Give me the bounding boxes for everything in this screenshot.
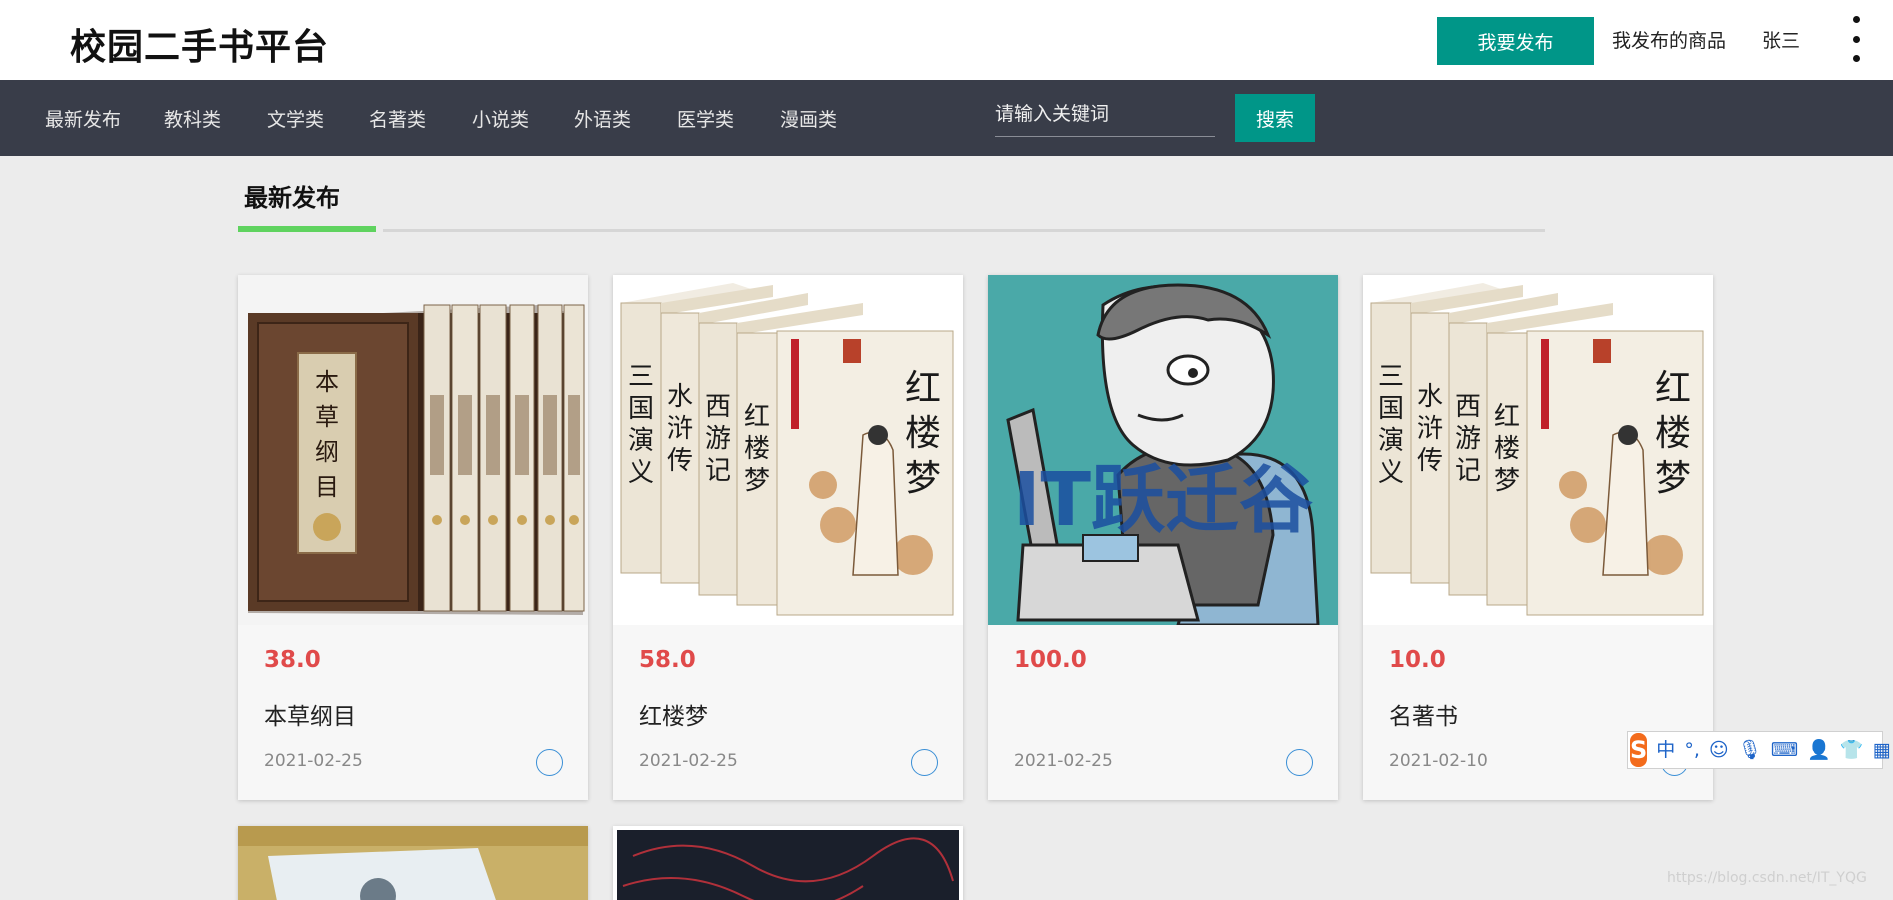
skin-shirt-icon[interactable]: 👕 xyxy=(1840,740,1864,760)
section-divider xyxy=(383,229,1545,232)
book-cover-image[interactable] xyxy=(238,826,588,900)
like-circle-icon[interactable] xyxy=(536,749,563,776)
svg-text:国: 国 xyxy=(1378,394,1404,424)
svg-text:目: 目 xyxy=(315,473,339,501)
like-circle-icon[interactable] xyxy=(1286,749,1313,776)
book-title[interactable]: 名著书 xyxy=(1389,697,1458,731)
svg-text:演: 演 xyxy=(628,426,654,456)
ime-mode-toggle[interactable]: 中 xyxy=(1656,740,1675,760)
nav-item-literature[interactable]: 文学类 xyxy=(267,105,324,132)
user-icon[interactable]: 👤 xyxy=(1807,740,1831,760)
my-goods-link[interactable]: 我发布的商品 xyxy=(1612,26,1726,53)
publish-button[interactable]: 我要发布 xyxy=(1437,17,1594,65)
sogou-logo-icon[interactable]: S xyxy=(1630,733,1648,767)
book-card[interactable]: IT跃迁谷 100.0 2021-02-25 xyxy=(988,275,1338,800)
svg-text:草: 草 xyxy=(315,403,339,431)
svg-text:本: 本 xyxy=(315,368,339,396)
search-input[interactable] xyxy=(995,92,1215,137)
search-button[interactable]: 搜索 xyxy=(1235,94,1315,142)
svg-text:红: 红 xyxy=(905,368,941,409)
svg-text:梦: 梦 xyxy=(1655,458,1691,499)
section-title: 最新发布 xyxy=(244,184,340,212)
book-date: 2021-02-25 xyxy=(1014,751,1113,771)
nav-item-comics[interactable]: 漫画类 xyxy=(780,105,837,132)
keyboard-icon[interactable]: ⌨ xyxy=(1771,740,1798,760)
book-card[interactable]: 三国演义 水浒传 西游记 红楼梦 红楼梦 58.0 红楼梦 2021-02-25 xyxy=(613,275,963,800)
top-header: 校园二手书平台 我要发布 我发布的商品 张三 xyxy=(0,0,1893,80)
svg-text:梦: 梦 xyxy=(905,458,941,499)
svg-text:红: 红 xyxy=(744,402,770,432)
svg-text:传: 传 xyxy=(667,446,693,476)
cover-image-text: IT跃迁谷 xyxy=(1013,457,1313,543)
svg-text:楼: 楼 xyxy=(905,413,941,454)
nav-item-classics[interactable]: 名著类 xyxy=(369,105,426,132)
book-title[interactable]: 红楼梦 xyxy=(639,697,708,731)
book-cover-image[interactable] xyxy=(613,826,963,900)
svg-text:西: 西 xyxy=(1455,392,1481,422)
svg-text:红: 红 xyxy=(1655,368,1691,409)
svg-text:三: 三 xyxy=(628,362,654,392)
svg-text:游: 游 xyxy=(1455,424,1481,454)
svg-text:浒: 浒 xyxy=(667,414,693,444)
book-date: 2021-02-10 xyxy=(1389,751,1488,771)
book-card[interactable] xyxy=(613,826,963,900)
svg-text:演: 演 xyxy=(1378,426,1404,456)
book-title[interactable]: 本草纲目 xyxy=(264,697,356,731)
section-title-underline xyxy=(238,226,376,232)
svg-text:义: 义 xyxy=(1378,458,1404,488)
book-price: 58.0 xyxy=(639,647,696,673)
svg-text:梦: 梦 xyxy=(1494,466,1520,496)
emoji-icon[interactable]: ☺ xyxy=(1709,740,1729,760)
ime-toolbar[interactable]: S 中 °, ☺ 🎙 ⌨ 👤 👕 ▦ xyxy=(1627,731,1891,769)
category-nav: 最新发布 教科类 文学类 名著类 小说类 外语类 医学类 漫画类 搜索 xyxy=(0,80,1893,156)
book-cover-image[interactable]: 三国演义 水浒传 西游记 红楼梦 红楼梦 xyxy=(613,275,963,625)
svg-text:楼: 楼 xyxy=(1494,434,1520,464)
nav-item-novel[interactable]: 小说类 xyxy=(472,105,529,132)
book-card[interactable]: 三国演义 水浒传 西游记 红楼梦 红楼梦 10.0 名著书 2021-02-10 xyxy=(1363,275,1713,800)
svg-text:义: 义 xyxy=(628,458,654,488)
more-menu-icon[interactable] xyxy=(1850,16,1862,62)
svg-text:西: 西 xyxy=(705,392,731,422)
book-price: 100.0 xyxy=(1014,647,1087,673)
like-circle-icon[interactable] xyxy=(911,749,938,776)
book-card[interactable] xyxy=(238,826,588,900)
book-cover-image[interactable]: 三国演义 水浒传 西游记 红楼梦 红楼梦 xyxy=(1363,275,1713,625)
svg-text:水: 水 xyxy=(667,382,693,412)
book-price: 10.0 xyxy=(1389,647,1446,673)
book-price: 38.0 xyxy=(264,647,321,673)
svg-text:浒: 浒 xyxy=(1417,414,1443,444)
book-date: 2021-02-25 xyxy=(264,751,363,771)
svg-text:楼: 楼 xyxy=(1655,413,1691,454)
svg-text:记: 记 xyxy=(705,456,731,486)
watermark: https://blog.csdn.net/IT_YQG xyxy=(1667,870,1867,886)
svg-text:游: 游 xyxy=(705,424,731,454)
user-name[interactable]: 张三 xyxy=(1762,26,1800,53)
svg-text:纲: 纲 xyxy=(315,438,339,466)
book-cover-image[interactable]: IT跃迁谷 xyxy=(988,275,1338,625)
nav-item-foreign-language[interactable]: 外语类 xyxy=(574,105,631,132)
microphone-icon[interactable]: 🎙 xyxy=(1738,740,1762,760)
svg-text:梦: 梦 xyxy=(744,466,770,496)
toolbox-grid-icon[interactable]: ▦ xyxy=(1873,740,1891,760)
ime-punctuation-toggle[interactable]: °, xyxy=(1684,740,1700,760)
svg-text:红: 红 xyxy=(1494,402,1520,432)
svg-text:水: 水 xyxy=(1417,382,1443,412)
book-cover-image[interactable]: 本 草 纲 目 xyxy=(238,275,588,625)
book-card[interactable]: 本 草 纲 目 38.0 本草纲目 2021-02-25 xyxy=(238,275,588,800)
svg-text:记: 记 xyxy=(1455,456,1481,486)
svg-text:传: 传 xyxy=(1417,446,1443,476)
book-date: 2021-02-25 xyxy=(639,751,738,771)
nav-item-latest[interactable]: 最新发布 xyxy=(45,105,121,132)
svg-text:三: 三 xyxy=(1378,362,1404,392)
site-logo[interactable]: 校园二手书平台 xyxy=(70,18,329,70)
svg-text:国: 国 xyxy=(628,394,654,424)
svg-text:楼: 楼 xyxy=(744,434,770,464)
nav-item-medicine[interactable]: 医学类 xyxy=(677,105,734,132)
nav-item-textbook[interactable]: 教科类 xyxy=(164,105,221,132)
